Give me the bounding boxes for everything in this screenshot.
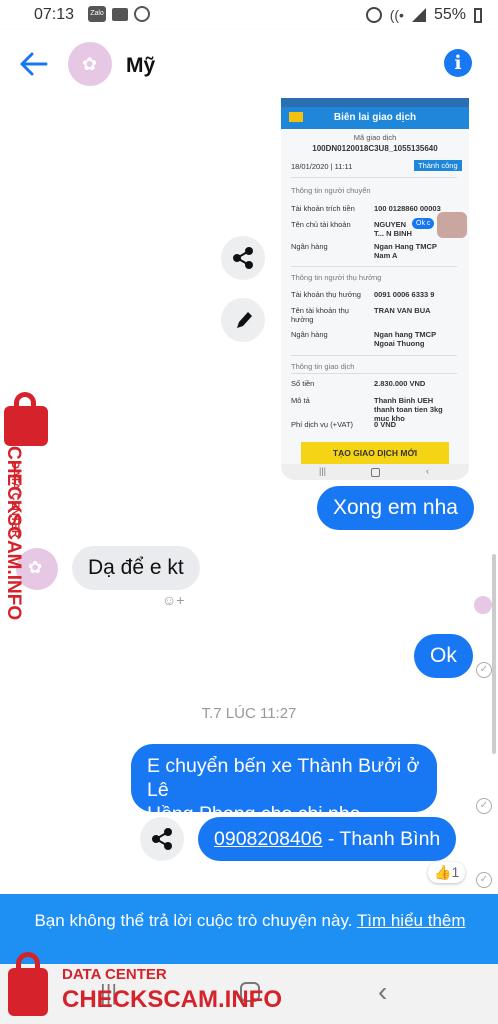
transaction-date: 18/01/2020 | 11:11 <box>291 162 353 171</box>
destination-bank: Ngan hang TMCP Ngoai Thuong <box>374 330 436 348</box>
message-text: - Thanh Bình <box>322 828 441 850</box>
flower-icon: ✿ <box>28 558 43 577</box>
divider <box>291 177 457 178</box>
receipt-title: Biên lai giao dịch <box>281 107 469 129</box>
add-reaction-icon[interactable]: ☺+ <box>162 592 184 608</box>
cannot-reply-banner: Bạn không thể trả lời cuộc trò chuyện nà… <box>0 894 498 964</box>
bank-label: Ngân hàng <box>291 242 328 251</box>
share-button[interactable] <box>221 236 265 280</box>
sent-check-icon: ✓ <box>476 798 492 814</box>
bank-logo-icon <box>289 112 303 122</box>
destination-name: TRAN VAN BUA <box>374 306 431 315</box>
divider <box>291 373 457 374</box>
new-transaction-button: TẠO GIAO DỊCH MỚI <box>301 442 449 464</box>
message-bubble-outgoing[interactable]: 0908208406 - Thanh Bình <box>198 817 457 861</box>
receipt-status-bar <box>281 98 469 107</box>
reaction-count: 1 <box>451 864 460 880</box>
avatar[interactable]: ✿ <box>68 42 112 86</box>
flower-icon: ✿ <box>82 54 98 74</box>
destination-account: 0091 0006 6333 9 <box>374 290 435 299</box>
scrollbar[interactable] <box>492 554 496 754</box>
sent-check-icon: ✓ <box>476 872 492 888</box>
source-account-label: Tài khoản trích tiền <box>291 204 355 213</box>
receipt-nav-bar: ||| ‹ <box>281 464 469 480</box>
status-time: 07:13 <box>34 6 75 23</box>
zalo-icon: Zalo <box>88 6 106 22</box>
padlock-icon <box>8 952 48 1016</box>
amount: 2.830.000 VND <box>374 379 426 388</box>
sender-section-title: Thông tin người chuyển <box>291 186 371 195</box>
padlock-icon <box>4 392 48 446</box>
fee: 0 VND <box>374 420 397 429</box>
divider <box>291 355 457 356</box>
info-icon[interactable]: i <box>444 49 472 77</box>
description: Thanh Binh UEH thanh toan tien 3kg muc k… <box>374 396 443 423</box>
wifi-icon: ((• <box>389 7 404 23</box>
pencil-icon <box>237 312 252 328</box>
fee-label: Phí dịch vụ (+VAT) <box>291 420 354 429</box>
description-label: Mô tả <box>291 396 310 405</box>
reaction-badge[interactable]: 👍1 <box>428 862 466 883</box>
conversation-header: ✿ Mỹ i <box>0 30 498 98</box>
back-icon[interactable]: ‹ <box>378 976 387 1008</box>
edit-button[interactable] <box>221 298 265 342</box>
receipt-image[interactable]: Biên lai giao dịch Mã giao dịch 100DN012… <box>281 98 469 480</box>
home-icon <box>371 468 380 477</box>
contact-name[interactable]: Mỹ <box>126 54 155 78</box>
read-receipt-avatar <box>474 596 492 614</box>
signal-icon <box>411 8 426 22</box>
thumbs-up-icon: 👍 <box>434 864 452 880</box>
destination-bank-label: Ngân hàng <box>291 330 328 339</box>
cannot-reply-text: Bạn không thể trả lời cuộc trò chuyện nà… <box>34 911 353 930</box>
folder-icon <box>112 8 128 21</box>
status-right: ((• 55% <box>365 6 482 24</box>
phone-link[interactable]: 0908208406 <box>214 828 322 850</box>
battery-percent: 55% <box>433 6 466 23</box>
destination-name-label: Tên tài khoản thụ hưởng <box>291 306 349 324</box>
amount-label: Số tiền <box>291 379 315 388</box>
message-bubble-incoming[interactable]: Dạ để e kt <box>72 546 200 590</box>
receiver-section-title: Thông tin người thụ hưởng <box>291 273 382 282</box>
share-icon <box>152 828 172 850</box>
menu-icon: ||| <box>319 466 327 476</box>
alarm-icon <box>365 7 382 23</box>
transaction-section-title: Thông tin giao dịch <box>291 362 355 371</box>
messenger-icon <box>134 6 150 22</box>
status-badge: Thành công <box>414 160 462 171</box>
message-bubble-outgoing[interactable]: Xong em nha <box>317 486 474 530</box>
transaction-id: 100DN0120018C3U8_1055135640 <box>312 144 438 153</box>
share-button[interactable] <box>140 817 184 861</box>
watermark-label: DATA CENTER <box>62 966 167 983</box>
transaction-label: Mã giao dịch <box>353 133 397 142</box>
watermark-brand: CHECKSCAM.INFO <box>3 446 24 621</box>
share-icon <box>233 247 253 269</box>
message-bubble-outgoing[interactable]: E chuyển bến xe Thành Bưởi ở Lê Hồng Pho… <box>131 744 437 825</box>
divider <box>291 266 457 267</box>
owner-label: Tên chủ tài khoản <box>291 220 351 229</box>
battery-icon <box>474 7 482 23</box>
sticker-image <box>437 212 467 238</box>
destination-account-label: Tài khoản thụ hưởng <box>291 290 361 299</box>
ok-chip: Ok c <box>412 218 435 229</box>
message-text-line: E chuyển bến xe Thành Bưởi ở Lê <box>147 755 420 801</box>
learn-more-link[interactable]: Tìm hiểu thêm <box>357 911 466 930</box>
status-bar: 07:13 Zalo ((• 55% <box>0 0 498 30</box>
back-icon: ‹ <box>426 466 429 476</box>
sent-check-icon: ✓ <box>476 662 492 678</box>
back-arrow-icon[interactable] <box>18 50 50 78</box>
message-bubble-outgoing[interactable]: Ok <box>414 634 473 678</box>
timestamp: T.7 LÚC 11:27 <box>201 705 297 722</box>
watermark-brand: CHECKSCAM.INFO <box>62 986 282 1013</box>
sender-bank: Ngan Hang TMCP Nam A <box>374 242 437 260</box>
